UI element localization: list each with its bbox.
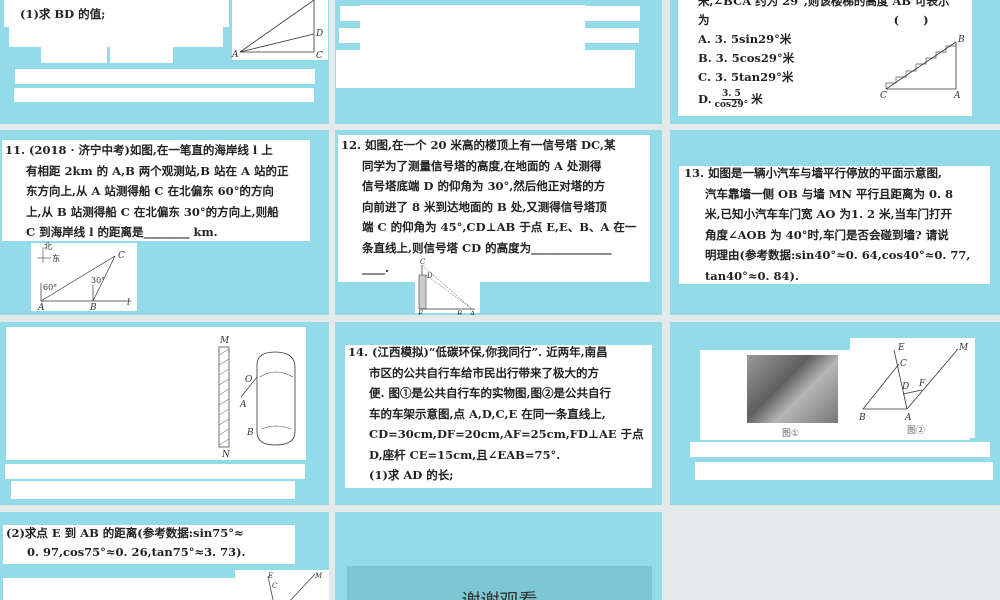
text-line: 为 ( ) (698, 13, 929, 27)
text-line: 13. 如图是一辆小汽车与墙平行停放的平面示意图, (684, 166, 943, 180)
coastline-figure: 北 东 C 60° 30° A B l (37, 242, 131, 313)
svg-text:E: E (267, 572, 273, 580)
svg-text:A: A (953, 91, 961, 101)
text-line: 信号塔底端 D 的仰角为 30°,然后他正对塔的方 (362, 179, 606, 193)
text-line: 车的车架示意图,点 A,D,C,E 在同一条直线上, (369, 406, 606, 421)
text-line: (1)求 BD 的值; (20, 7, 106, 21)
text-line: 端 C 的仰角为 45°,CD⊥AB 于点 E,E、B、A 在一 (362, 220, 637, 234)
slide-thumbnail[interactable]: 图① E C M D F B A 图② (670, 322, 1000, 505)
svg-text:E: E (897, 343, 905, 353)
slide-thumbnail[interactable]: (1)求 BD 的值; A C D (0, 0, 329, 124)
svg-text:30°: 30° (91, 276, 105, 285)
svg-text:D: D (426, 272, 433, 280)
svg-text:A: A (239, 400, 247, 410)
text-line: ____. (362, 261, 390, 275)
car-wall-figure: M N O A B (218, 336, 296, 460)
svg-text:B: B (957, 35, 965, 45)
figure-caption-1: 图① (782, 429, 800, 439)
svg-text:M: M (314, 572, 323, 580)
svg-text:A: A (904, 413, 912, 423)
text-line: CD=30cm,DF=20cm,AF=25cm,FD⊥AE 于点 (369, 427, 644, 441)
svg-text:B: B (89, 303, 97, 313)
text-line: 米,∠BCA 约为 29°,则该楼梯的高度 AB 可表示 (698, 0, 950, 8)
svg-text:图②: 图② (907, 425, 925, 436)
bike-frame-figure: E C M (267, 572, 323, 600)
svg-text:A: A (231, 50, 239, 60)
svg-text:D: D (315, 29, 323, 39)
text-line: 上,从 B 站测得船 C 在北偏东 30°的方向上,则船 (26, 204, 279, 219)
slide-thumbnail[interactable] (335, 0, 662, 124)
bicycle-photo (747, 355, 838, 423)
svg-text:60°: 60° (43, 283, 57, 292)
svg-text:l: l (127, 298, 130, 308)
svg-text:E: E (417, 310, 423, 315)
slide-thumbnail-13[interactable]: 13. 如图是一辆小汽车与墙平行停放的平面示意图, 汽车靠墙一侧 OB 与墙 M… (670, 130, 1000, 315)
text-line: D,座杆 CE=15cm,且∠EAB=75°. (369, 447, 561, 462)
slide-thumbnail-12[interactable]: 12. 如图,在一个 20 米高的楼顶上有一信号塔 DC,某 同学为了测量信号塔… (335, 130, 662, 315)
text-line: 条直线上,则信号塔 CD 的高度为______________ (362, 240, 612, 255)
text-line: (2)求点 E 到 AB 的距离(参考数据:sin75°≈ (6, 526, 244, 540)
text-line: 12. 如图,在一个 20 米高的楼顶上有一信号塔 DC,某 (341, 138, 616, 152)
svg-text:C: C (900, 359, 907, 369)
slide-thumbnail-11[interactable]: 11. (2018 · 济宁中考)如图,在一笔直的海岸线 l 上 有相距 2km… (0, 130, 329, 315)
bike-frame-figure: E C M D F B A 图② (858, 343, 969, 436)
svg-text:C: C (880, 91, 887, 101)
svg-text:A: A (37, 303, 45, 313)
svg-text:东: 东 (52, 253, 60, 263)
svg-text:M: M (219, 336, 230, 346)
text-line: 米,已知小汽车车门宽 AO 为1. 2 米,当车门打开 (705, 207, 952, 221)
text-line: 市区的公共自行车给市民出行带来了极大的方 (369, 365, 599, 380)
text-line: 有相距 2km 的 A,B 两个观测站,B 站在 A 站的正 (26, 163, 289, 178)
text-line: 角度∠AOB 为 40°时,车门是否会碰到墙? 请说 (705, 227, 949, 242)
svg-text:O: O (245, 375, 253, 385)
slide-thumbnail[interactable]: (2)求点 E 到 AB 的距离(参考数据:sin75°≈ 0. 97,cos7… (0, 512, 329, 600)
svg-text:F: F (918, 379, 926, 389)
slide-thumbnail-14[interactable]: 14. (江西模拟)“低碳环保,你我同行”. 近两年,南昌 市区的公共自行车给市… (335, 322, 662, 505)
svg-text:B: B (246, 428, 254, 438)
tower-figure: C D E B A (417, 258, 475, 315)
svg-text:C: C (272, 582, 278, 590)
text-line: 同学为了测量信号塔的高度,在地面的 A 处测得 (362, 158, 602, 173)
svg-text:A: A (469, 310, 475, 315)
svg-text:D: D (901, 382, 909, 392)
staircase-figure: B C A (880, 35, 965, 101)
text-line: C 到海岸线 l 的距离是________ km. (26, 225, 218, 239)
triangle-figure: A C D (231, 0, 323, 61)
text-line: (1)求 AD 的长; (369, 468, 454, 482)
svg-text:B: B (858, 413, 866, 423)
svg-text:北: 北 (44, 242, 52, 251)
text-line: 11. (2018 · 济宁中考)如图,在一笔直的海岸线 l 上 (5, 143, 273, 157)
svg-text:B: B (456, 310, 462, 315)
end-title: 谢谢观看 (347, 566, 652, 600)
text-line: 14. (江西模拟)“低碳环保,你我同行”. 近两年,南昌 (348, 345, 608, 359)
slide-thumbnail[interactable]: 米,∠BCA 约为 29°,则该楼梯的高度 AB 可表示 为 ( ) A. 3.… (670, 0, 1000, 124)
text-line: 向前进了 8 米到达地面的 B 处,又测得信号塔顶 (362, 199, 607, 214)
slide-thumbnail[interactable]: M N O A B (0, 322, 329, 505)
text-line: 汽车靠墙一侧 OB 与墙 MN 平行且距离为 0. 8 (705, 186, 954, 201)
svg-text:C: C (420, 258, 426, 266)
svg-text:M: M (958, 343, 969, 353)
svg-text:N: N (221, 450, 231, 460)
slide-thumbnail-end[interactable]: 谢谢观看 (335, 512, 662, 600)
text-line: 便. 图①是公共自行车的实物图,图②是公共自行 (369, 386, 612, 400)
text-line: 明理由(参考数据:sin40°≈0. 64,cos40°≈0. 77, (705, 248, 971, 262)
svg-text:C: C (316, 51, 323, 61)
text-line: 东方向上,从 A 站测得船 C 在北偏东 60°的方向 (26, 184, 274, 198)
text-line: 0. 97,cos75°≈0. 26,tan75°≈3. 73). (27, 545, 246, 559)
svg-text:C: C (118, 251, 125, 261)
text-line: tan40°≈0. 84). (705, 268, 799, 283)
